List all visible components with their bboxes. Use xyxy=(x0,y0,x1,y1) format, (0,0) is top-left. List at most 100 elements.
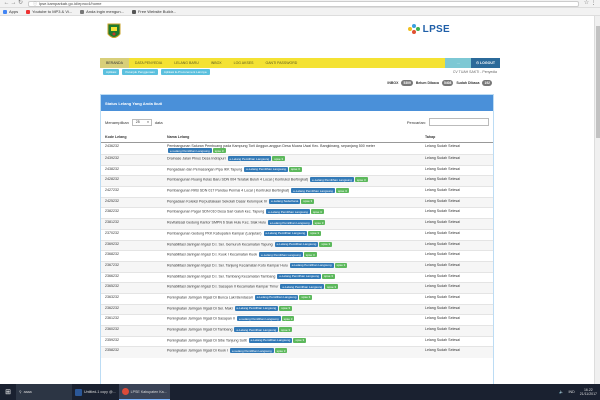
col-tahap[interactable]: Tahap xyxy=(421,133,493,143)
table-row: 2365232 Rehabilitasi Jaringan Irigasi D.I… xyxy=(101,282,493,294)
cell-tahap[interactable]: Lelang Sudah Selesai xyxy=(421,292,493,305)
tender-name-link[interactable]: Pembangunan RKB SDN 017 Pandau Permai 4 … xyxy=(167,189,289,193)
tender-name-link[interactable]: Revitalisasi Gedung Kantor SMPN 6 Siak H… xyxy=(167,221,266,225)
cell-tahap[interactable]: Lelang Sudah Selesai xyxy=(421,303,493,315)
taskbar-search-text: aaaa xyxy=(23,390,32,394)
cell-tahap[interactable]: Lelang Sudah Selesai xyxy=(421,154,493,166)
cell-tahap[interactable]: Lelang Sudah Selesai xyxy=(421,282,493,294)
bookmark-download[interactable]: Anda ingin mengun... xyxy=(80,9,124,14)
cell-tahap[interactable]: Lelang Sudah Selesai xyxy=(421,175,493,187)
pill-petunjuk[interactable]: Petunjuk Penggunaan xyxy=(122,69,158,75)
spse-badge: spse 3 xyxy=(322,273,335,279)
spse-badge: spse 3 xyxy=(308,230,322,236)
unread-label[interactable]: Belum Dibaca xyxy=(416,81,439,85)
chevron-down-icon: ▾ xyxy=(147,120,149,124)
tender-name-link[interactable]: Peningkatan Jaringan Irigasi Di Sasapan … xyxy=(167,317,235,321)
cell-nama: Pembangunan Ruang Kelas Baru SDN 004 Ter… xyxy=(163,175,421,187)
forward-icon[interactable]: → xyxy=(10,0,17,7)
method-badge: e-Lelang Pemilihan Langsung xyxy=(234,327,279,332)
tender-name-link[interactable]: Rehabilitasi Jaringan Irigasi D.I. Sei. … xyxy=(167,263,288,267)
menu-beranda[interactable]: BERANDA xyxy=(100,58,129,68)
cell-tahap[interactable]: Lelang Sudah Selesai xyxy=(421,314,493,326)
bookmark-apps[interactable]: Apps xyxy=(3,9,18,14)
pill-eproc-lainnya[interactable]: Aplikasi E-Procurement Lainnya xyxy=(160,69,210,75)
tender-name-link[interactable]: Rehabilitasi Jaringan Irigasi D.I. Kuok … xyxy=(167,253,257,257)
tender-name-link[interactable]: Rehabilitasi Jaringan Irigasi D.I. Sasap… xyxy=(167,285,278,289)
page-scrollbar[interactable] xyxy=(594,16,600,384)
tender-name-link[interactable]: Pembangunan Saluran Pembuang pada Kampun… xyxy=(167,144,375,148)
tender-name-link[interactable]: Peningkatan Jaringan Irigasi Di Sibe Tan… xyxy=(167,338,247,342)
inbox-label[interactable]: INBOX xyxy=(387,81,398,85)
back-icon[interactable]: ← xyxy=(3,0,10,7)
cell-tahap[interactable]: Lelang Sudah Selesai xyxy=(421,260,493,273)
menu-info-box[interactable]: … xyxy=(445,58,472,68)
menu-data-penyedia[interactable]: DATA PENYEDIA xyxy=(129,58,168,68)
tender-name-link[interactable]: Pembangunan Gedung PKK Kabupaten Kampar … xyxy=(167,231,262,235)
taskbar-photoshop[interactable]: Untitled-1 copy @... xyxy=(72,384,119,400)
cell-tahap[interactable]: Lelang Sudah Selesai xyxy=(421,346,493,358)
col-kode-lelang[interactable]: Kode Lelang xyxy=(101,133,163,143)
cell-tahap[interactable]: Lelang Sudah Selesai xyxy=(421,271,493,283)
bookmark-website-builder[interactable]: Free Website Buildr... xyxy=(131,9,176,14)
cell-nama: Peningkatan Jaringan Irigasi Di Sasapan … xyxy=(163,314,421,326)
table-row: 2381232 Revitalisasi Gedung Kantor SMPN 6… xyxy=(101,218,493,230)
bookmark-label: Anda ingin mengun... xyxy=(86,9,124,14)
search-input[interactable] xyxy=(429,118,489,126)
read-label[interactable]: Sudah Dibaca xyxy=(456,81,479,85)
cell-nama: Rehabilitasi Jaringan Irigasi D.I. Sei. … xyxy=(163,260,421,273)
cell-tahap[interactable]: Lelang Sudah Selesai xyxy=(421,141,493,155)
method-badge: e-Lelang Pemilihan Langsung xyxy=(248,337,293,343)
menu-lelang-baru[interactable]: LELANG BARU xyxy=(168,58,205,68)
col-nama-lelang[interactable]: Nama Lelang xyxy=(163,133,421,143)
star-icon[interactable]: ☆ xyxy=(583,0,590,7)
tender-name-link[interactable]: Rehabilitasi Jaringan Irigasi D.I. Sei. … xyxy=(167,242,273,246)
tender-name-link[interactable]: Pengadaan Koleksi Perpustakaan Sekolah D… xyxy=(167,199,267,203)
tender-name-link[interactable]: Peningkatan Jaringan Irigasi Di Sei. Mak… xyxy=(167,306,233,310)
menu-log-akses[interactable]: LOG AKSES xyxy=(228,58,260,68)
tender-name-link[interactable]: Rehabilitasi Jaringan Irigasi D.I. Sei. … xyxy=(167,274,275,278)
tender-name-link[interactable]: Pembangunan Pagar SDN 010 Desa Sari Galu… xyxy=(167,210,264,214)
tender-name-link[interactable]: Peningkatan Jaringan Irigasi Di Bunca La… xyxy=(167,295,253,299)
menu-inbox[interactable]: INBOX xyxy=(205,58,228,68)
menu-ganti-password[interactable]: GANTI PASSWORD xyxy=(259,58,303,68)
method-badge: e-Lelang Pemilihan Langsung xyxy=(280,284,325,290)
windows-start-icon[interactable]: ⊞ xyxy=(0,384,16,400)
cell-tahap[interactable]: Lelang Sudah Selesai xyxy=(421,164,493,176)
taskbar-chrome[interactable]: LPSE Kabupaten Ka... xyxy=(118,384,170,400)
cell-tahap[interactable]: Lelang Sudah Selesai xyxy=(421,186,493,198)
language-indicator[interactable]: IND xyxy=(569,390,575,394)
page-length-select[interactable]: 25 ▾ xyxy=(131,118,152,126)
cell-tahap[interactable]: Lelang Sudah Selesai xyxy=(421,239,493,251)
kampar-crest-icon[interactable] xyxy=(106,22,122,42)
cell-tahap[interactable]: Lelang Sudah Selesai xyxy=(421,325,493,337)
cell-tahap[interactable]: Lelang Sudah Selesai xyxy=(421,196,493,208)
scrollbar-thumb[interactable] xyxy=(596,26,600,138)
cell-tahap[interactable]: Lelang Sudah Selesai xyxy=(421,228,493,240)
taskbar-search[interactable]: ⚲ aaaa xyxy=(16,384,72,400)
bookmark-label: Youtube to MP3 & Vi... xyxy=(32,9,73,14)
bookmark-youtube[interactable]: Youtube to MP3 & Vi... xyxy=(26,9,72,14)
menu-icon[interactable]: ⋮ xyxy=(590,0,597,7)
address-bar[interactable]: ⓘ lpse.kamparkab.go.id/eproc4/home xyxy=(28,0,579,7)
logout-button[interactable]: ⏻ LOGOUT xyxy=(471,58,500,68)
cell-tahap[interactable]: Lelang Sudah Selesai xyxy=(421,250,493,262)
tender-name-link[interactable]: Drainase Jalan Pinus Desa Indrapuri xyxy=(167,157,226,161)
cell-tahap[interactable]: Lelang Sudah Selesai xyxy=(421,207,493,219)
spse-badge: spse 3 xyxy=(303,252,317,258)
method-badge: e-Lelang Pemilihan Langsung xyxy=(244,166,288,172)
speaker-icon[interactable]: 🔈 xyxy=(559,390,563,394)
pill-aplikasi[interactable]: Aplikasi xyxy=(103,69,120,75)
clock[interactable]: 16.22 21/11/2017 xyxy=(580,388,597,397)
tender-name-link[interactable]: Pembangunan Ruang Kelas Baru SDN 004 Ter… xyxy=(167,178,308,182)
reload-icon[interactable]: ↻ xyxy=(17,0,24,7)
cell-tahap[interactable]: Lelang Sudah Selesai xyxy=(421,335,493,347)
table-row: 2369232 Rehabilitasi Jaringan Irigasi D.I… xyxy=(101,239,493,251)
lpse-logo[interactable]: LPSE xyxy=(407,23,450,35)
cell-tahap[interactable]: Lelang Sudah Selesai xyxy=(421,218,493,230)
cell-nama: Pembangunan RKB SDN 017 Pandau Permai 4 … xyxy=(163,186,421,198)
cell-kode: 2382232 xyxy=(101,207,163,219)
tender-name-link[interactable]: Peningkatan Jaringan Irigasi Di Tambang xyxy=(167,328,232,332)
method-badge: e-Lelang Pemilihan Langsung xyxy=(289,262,334,268)
tender-name-link[interactable]: Peningkatan Jaringan Irigasi Di Kuok I xyxy=(167,349,228,353)
tender-name-link[interactable]: Pengadaan dan Pemasangan Pipa IKK Tapung xyxy=(167,167,242,171)
